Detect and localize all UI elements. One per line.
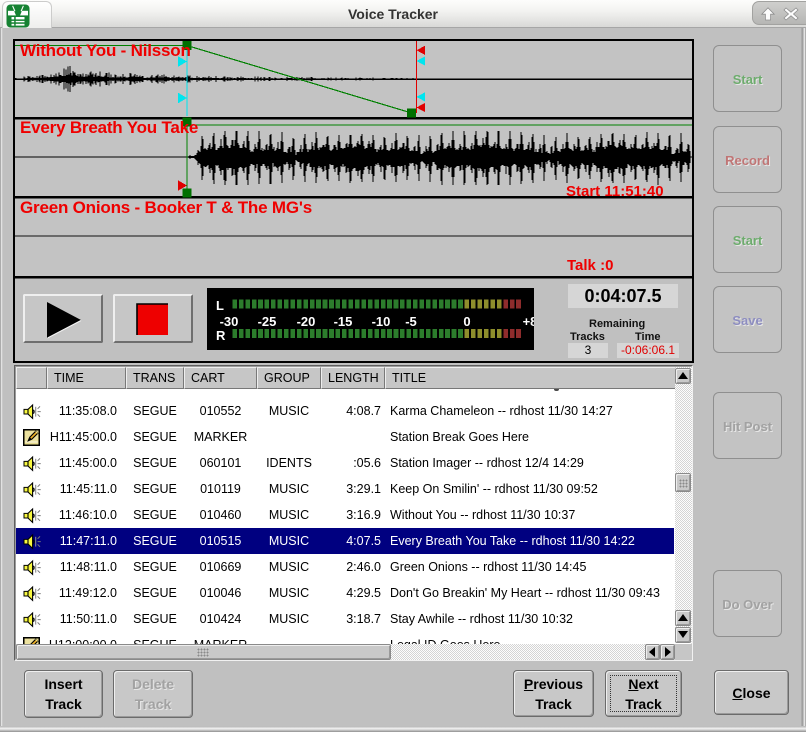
svg-text:-20: -20 xyxy=(297,314,316,329)
svg-text:-25: -25 xyxy=(258,314,277,329)
svg-text:-30: -30 xyxy=(220,314,239,329)
svg-text:-5: -5 xyxy=(405,314,417,329)
svg-text:R: R xyxy=(216,328,226,343)
svg-text:-10: -10 xyxy=(372,314,391,329)
svg-text:L: L xyxy=(216,298,224,313)
svg-text:+8: +8 xyxy=(523,314,534,329)
svg-text:-15: -15 xyxy=(334,314,353,329)
svg-text:0: 0 xyxy=(463,314,470,329)
